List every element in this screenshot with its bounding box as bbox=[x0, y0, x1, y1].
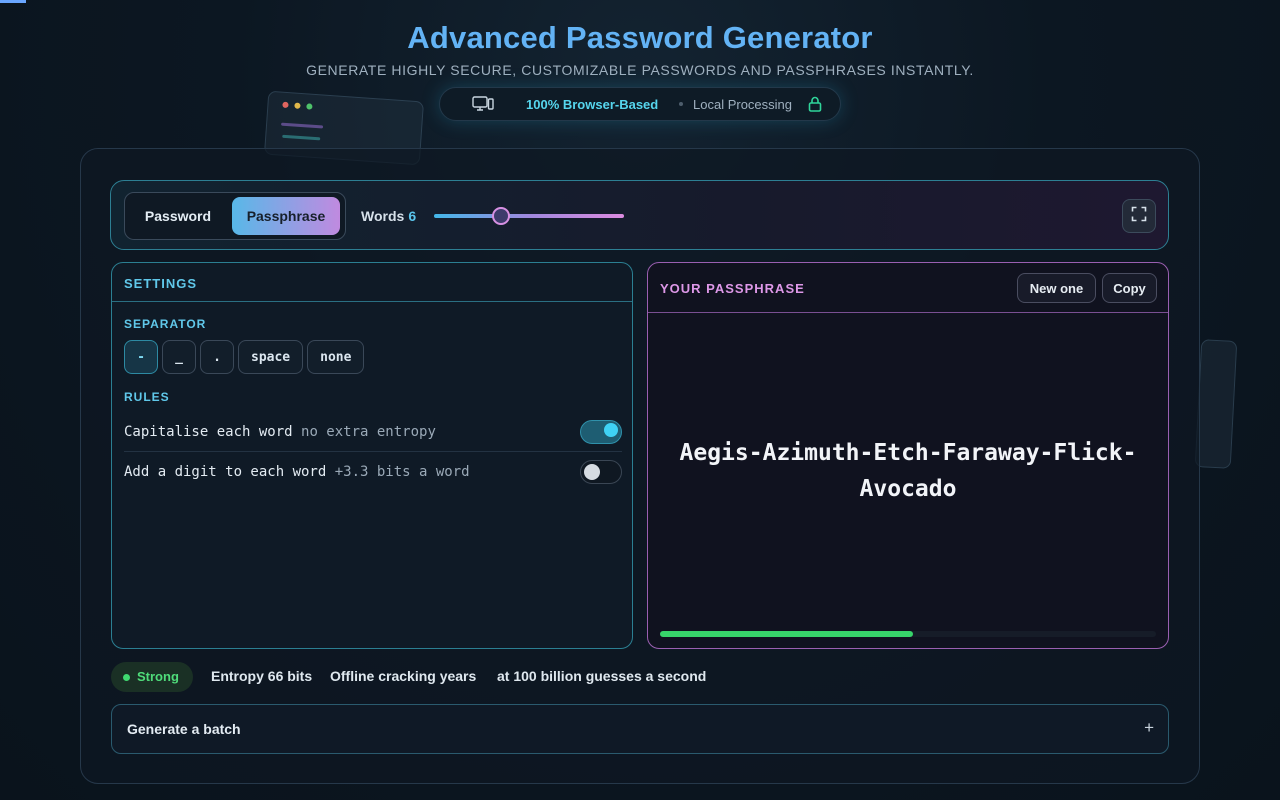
browser-based-badge: 100% Browser-Based Local Processing bbox=[439, 87, 841, 121]
toggle-knob bbox=[584, 464, 600, 480]
offline-cracking-label: Offline cracking bbox=[330, 668, 436, 684]
generate-batch-toggle[interactable]: Generate a batch + bbox=[111, 704, 1169, 754]
new-passphrase-button[interactable]: New one bbox=[1017, 273, 1096, 303]
words-slider[interactable] bbox=[434, 207, 624, 225]
words-slider-thumb[interactable] bbox=[491, 207, 510, 225]
strength-label: Strong bbox=[137, 669, 179, 684]
rule-add-digit-hint: +3.3 bits a word bbox=[334, 464, 470, 480]
badge-separator-dot bbox=[679, 102, 683, 106]
rules-label: RULES bbox=[124, 390, 170, 404]
rule-add-digit: Add a digit to each word +3.3 bits a wor… bbox=[124, 452, 622, 492]
words-count: 6 bbox=[408, 208, 417, 224]
decorative-card-mockup bbox=[1194, 339, 1238, 469]
generate-batch-label: Generate a batch bbox=[127, 721, 241, 737]
rule-capitalise: Capitalise each word no extra entropy bbox=[124, 412, 622, 452]
strength-meter bbox=[660, 631, 1156, 637]
rule-capitalise-label: Capitalise each word bbox=[124, 424, 293, 440]
settings-panel: SETTINGS SEPARATOR - _ . space none RULE… bbox=[111, 262, 633, 649]
separator-options: - _ . space none bbox=[124, 340, 365, 374]
tab-passphrase[interactable]: Passphrase bbox=[232, 197, 340, 235]
toggle-knob bbox=[604, 423, 618, 437]
separator-dash-button[interactable]: - bbox=[124, 340, 158, 374]
page-subtitle: GENERATE HIGHLY SECURE, CUSTOMIZABLE PAS… bbox=[306, 62, 974, 78]
passphrase-panel-title: YOUR PASSPHRASE bbox=[660, 281, 805, 296]
page-title: Advanced Password Generator bbox=[407, 20, 873, 55]
capitalise-toggle[interactable] bbox=[580, 420, 622, 444]
add-digit-toggle[interactable] bbox=[580, 460, 622, 484]
strength-badge: Strong bbox=[111, 662, 193, 692]
entropy-value: 66 bits bbox=[267, 668, 313, 684]
words-label-text: Words bbox=[361, 208, 405, 224]
settings-title: SETTINGS bbox=[112, 263, 632, 302]
rule-add-digit-text: Add a digit to each word +3.3 bits a wor… bbox=[124, 464, 470, 480]
corner-accent bbox=[0, 0, 26, 3]
lock-icon bbox=[808, 96, 822, 115]
passphrase-panel: YOUR PASSPHRASE New one Copy Aegis-Azimu… bbox=[647, 262, 1169, 649]
entropy-stat: Entropy 66 bits bbox=[211, 668, 312, 684]
separator-none-button[interactable]: none bbox=[307, 340, 365, 374]
rule-capitalise-text: Capitalise each word no extra entropy bbox=[124, 424, 436, 440]
browser-based-text: 100% Browser-Based bbox=[526, 97, 659, 112]
strength-dot bbox=[123, 674, 130, 681]
passphrase-panel-header: YOUR PASSPHRASE New one Copy bbox=[648, 263, 1168, 313]
guess-rate-note: at 100 billion guesses a second bbox=[497, 668, 707, 684]
tab-password[interactable]: Password bbox=[131, 197, 225, 235]
offline-cracking-value: years bbox=[439, 668, 477, 684]
rule-add-digit-label: Add a digit to each word bbox=[124, 464, 327, 480]
separator-label: SEPARATOR bbox=[124, 317, 207, 331]
separator-underscore-button[interactable]: _ bbox=[162, 340, 196, 374]
fullscreen-button[interactable] bbox=[1122, 199, 1156, 233]
generated-passphrase[interactable]: Aegis-Azimuth-Etch-Faraway-Flick-Avocado bbox=[648, 435, 1168, 507]
strength-meter-fill bbox=[660, 631, 913, 637]
fullscreen-icon bbox=[1131, 206, 1147, 227]
local-processing-text: Local Processing bbox=[693, 97, 792, 112]
words-label: Words 6 bbox=[361, 208, 416, 224]
entropy-label: Entropy bbox=[211, 668, 264, 684]
expand-plus-icon: + bbox=[1144, 718, 1154, 737]
offline-cracking-stat: Offline cracking years bbox=[330, 668, 476, 684]
monitor-icon bbox=[472, 96, 494, 115]
rule-capitalise-hint: no extra entropy bbox=[301, 424, 436, 440]
copy-button[interactable]: Copy bbox=[1102, 273, 1157, 303]
words-slider-track[interactable] bbox=[434, 214, 624, 218]
mode-toolbar: Password Passphrase Words 6 bbox=[110, 180, 1169, 250]
separator-space-button[interactable]: space bbox=[238, 340, 304, 374]
mode-segmented-control: Password Passphrase bbox=[124, 192, 346, 240]
separator-dot-button[interactable]: . bbox=[200, 340, 234, 374]
